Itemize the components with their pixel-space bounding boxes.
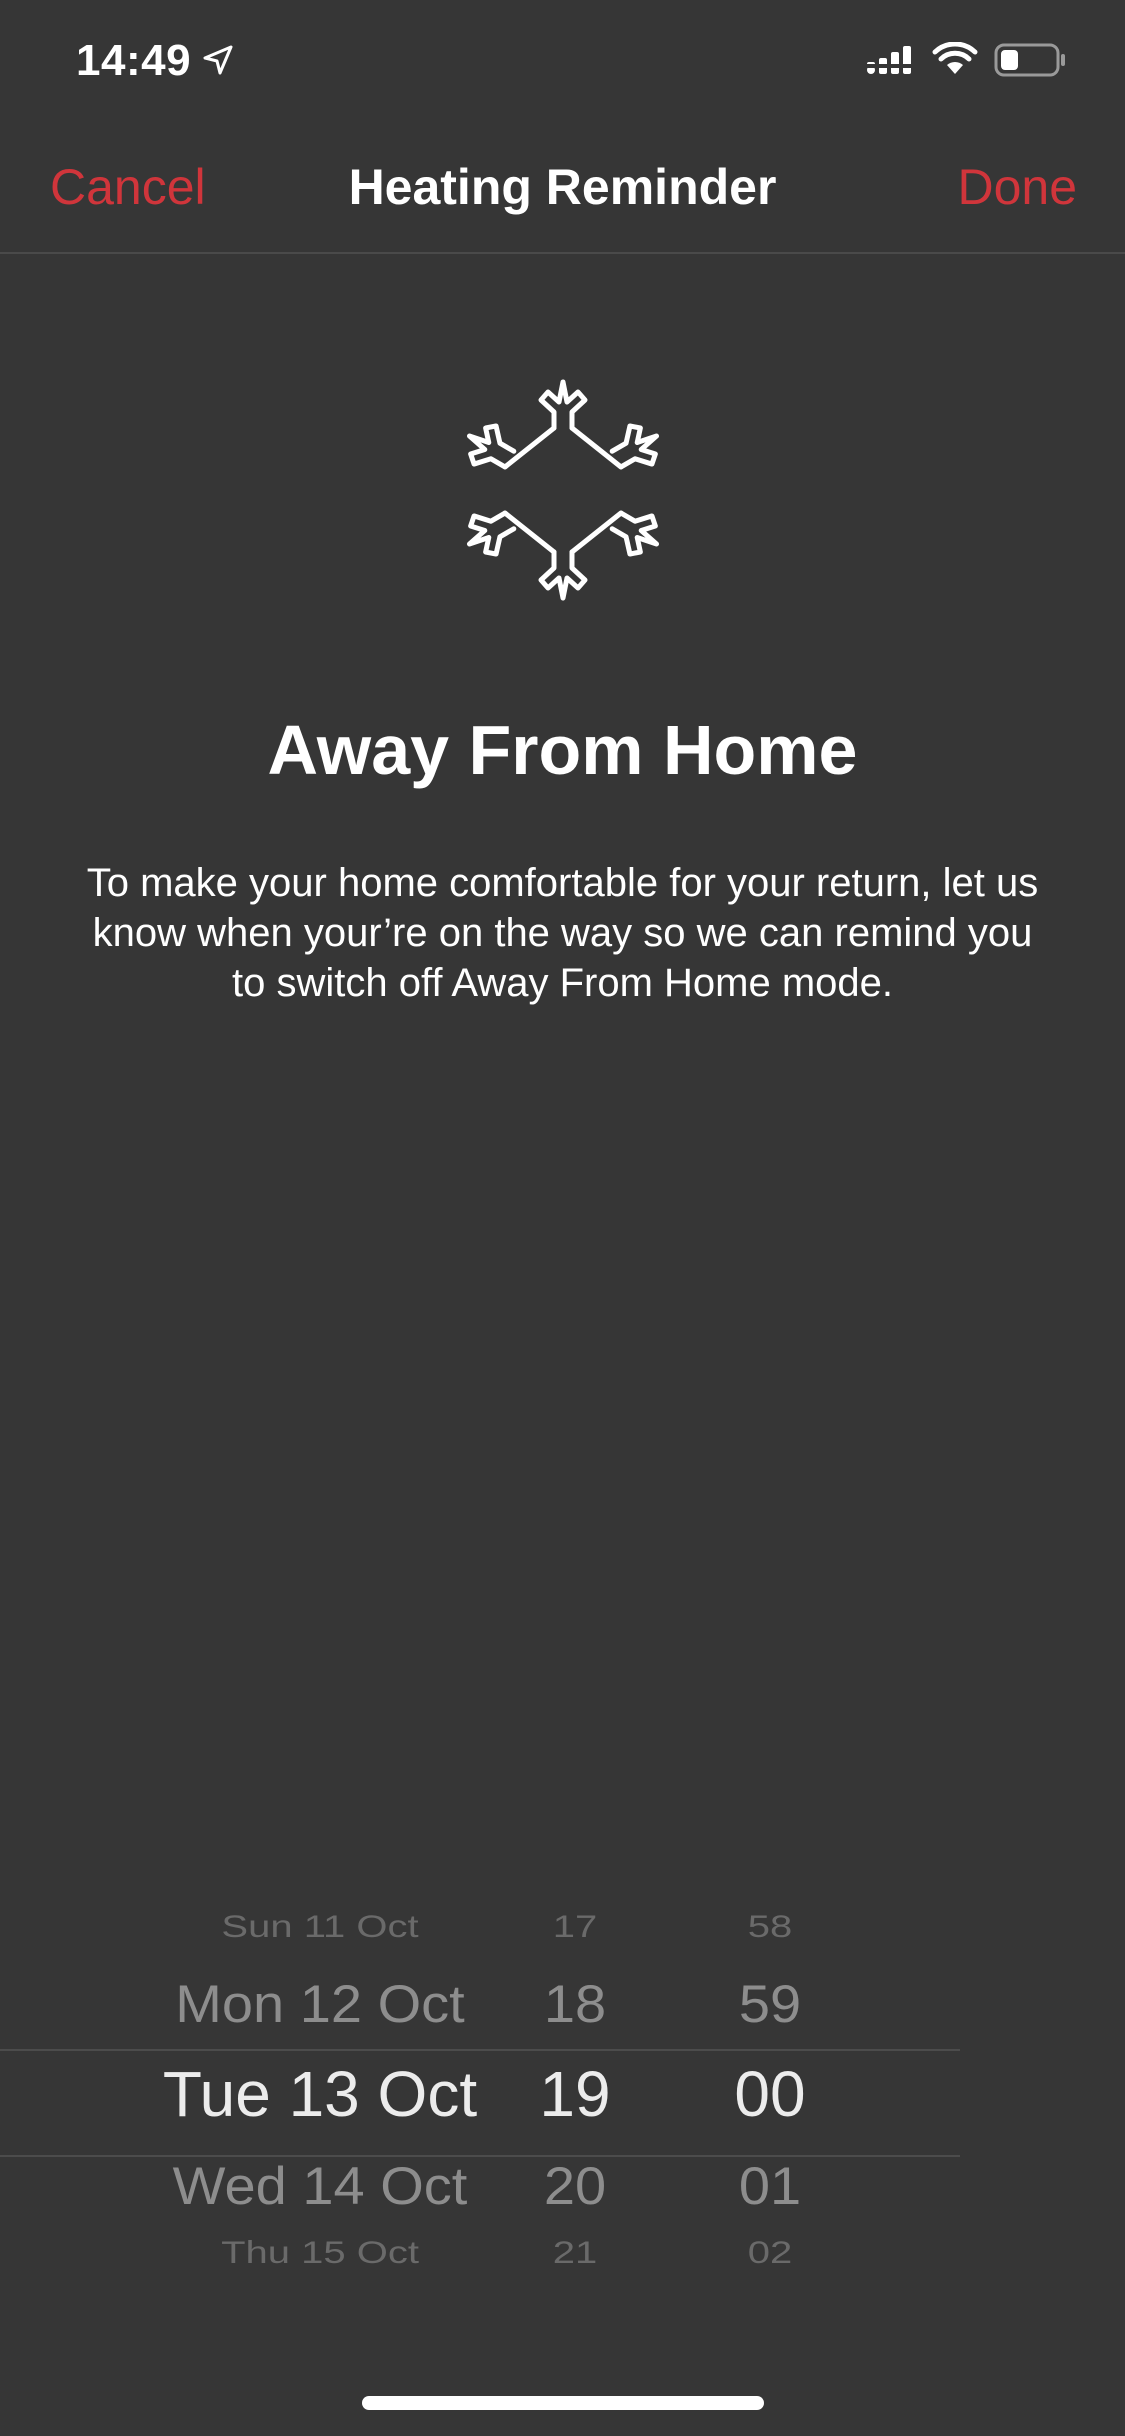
mode-heading: Away From Home — [267, 711, 858, 789]
hour-option[interactable]: 17 — [520, 1910, 630, 1945]
date-time-picker[interactable]: Sun 11 Oct Mon 12 Oct Tue 13 Oct Wed 14 … — [0, 1885, 1125, 2305]
hour-wheel[interactable]: 17 18 19 20 21 — [520, 1885, 630, 2305]
minute-option-selected[interactable]: 00 — [710, 2057, 830, 2131]
mode-description: To make your home comfortable for your r… — [86, 861, 1039, 1005]
status-bar: 14:49 — [0, 0, 1125, 130]
minute-option[interactable]: 02 — [710, 2236, 830, 2271]
minute-wheel[interactable]: 58 59 00 01 02 — [710, 1885, 830, 2305]
wifi-icon — [932, 42, 978, 74]
minute-option[interactable]: 58 — [710, 1910, 830, 1945]
cellular-signal-icon — [867, 46, 911, 74]
battery-icon — [994, 43, 1065, 77]
done-button[interactable]: Done — [957, 158, 1077, 216]
navigation-bar: Cancel Heating Reminder Done — [0, 130, 1125, 254]
hour-option[interactable]: 18 — [520, 1973, 630, 2034]
location-arrow-icon — [203, 45, 233, 75]
hour-option[interactable]: 21 — [520, 2236, 630, 2271]
cancel-button[interactable]: Cancel — [50, 158, 206, 216]
status-time: 14:49 — [76, 36, 192, 85]
minute-option[interactable]: 59 — [710, 1973, 830, 2034]
hour-option[interactable]: 20 — [520, 2155, 630, 2216]
hour-option-selected[interactable]: 19 — [520, 2057, 630, 2131]
home-indicator[interactable] — [362, 2396, 764, 2410]
snowflake-icon — [466, 379, 660, 601]
minute-option[interactable]: 01 — [710, 2155, 830, 2216]
